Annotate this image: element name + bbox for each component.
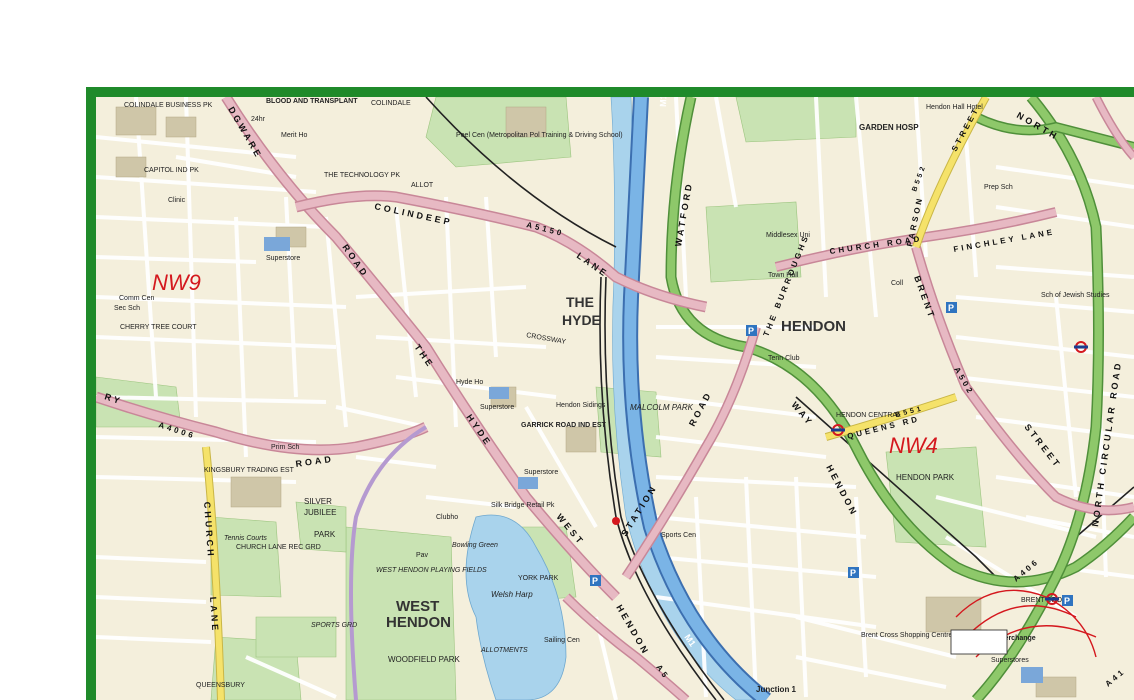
svg-text:P: P [592, 576, 598, 586]
poi-superstore-2: Superstore [480, 404, 514, 411]
svg-text:P: P [1064, 596, 1070, 606]
poi-pav: Pav [416, 552, 429, 559]
postcode-nw4: NW4 [889, 433, 938, 458]
label-park: PARK [314, 530, 336, 539]
poi-prep-sch: Prep Sch [984, 184, 1013, 191]
label-colindale: COLINDALE [371, 100, 411, 107]
map-frame: NW9 NW4 THE HYDE HENDON WEST HENDON HEND… [86, 87, 1134, 700]
label-junction-1: Junction 1 [756, 685, 797, 694]
poi-technology-pk: THE TECHNOLOGY PK [324, 172, 400, 179]
poi-sec-sch: Sec Sch [114, 305, 140, 312]
label-woodfield-park: WOODFIELD PARK [388, 655, 461, 664]
superstore-marker-2[interactable] [489, 387, 509, 399]
label-cherry-tree: CHERRY TREE COURT [120, 324, 197, 331]
label-allot: ALLOT [411, 182, 434, 189]
label-welsh-harp: Welsh Harp [491, 590, 533, 599]
label-york-park: YORK PARK [518, 575, 559, 582]
superstore-marker-3[interactable] [518, 477, 538, 489]
superstore-marker[interactable] [264, 237, 290, 251]
label-allotments: ALLOTMENTS [480, 647, 528, 654]
label-kingsbury-trading: KINGSBURY TRADING EST [204, 467, 295, 474]
parking-icon[interactable]: P [590, 575, 601, 586]
label-the: THE [566, 294, 594, 310]
label-garrick-road: GARRICK ROAD IND EST [521, 422, 607, 429]
poi-clinic: Clinic [168, 197, 186, 204]
poi-merit-ho: Merit Ho [281, 132, 308, 139]
label-church-lane-rec: CHURCH LANE REC GRD [236, 544, 321, 551]
label-sports-grd: SPORTS GRD [311, 622, 357, 629]
svg-text:P: P [748, 326, 754, 336]
label-malcolm-park: MALCOLM PARK [630, 403, 694, 412]
svg-text:P: P [850, 568, 856, 578]
label-jewish-studies: Sch of Jewish Studies [1041, 292, 1110, 299]
label-hendon-central: HENDON CENTRAL [836, 412, 901, 419]
poi-clubho: Clubho [436, 514, 458, 521]
poi-prim-sch: Prim Sch [271, 444, 300, 451]
label-garden-hosp: GARDEN HOSP [859, 123, 919, 132]
poi-town-hall: Town Hall [768, 272, 799, 279]
poi-coll: Coll [891, 280, 904, 287]
poi-tenn-club: Tenn Club [768, 355, 800, 362]
label-hendon-2: HENDON [386, 614, 451, 631]
poi-24hr: 24hr [251, 116, 266, 123]
parking-icon[interactable]: P [1062, 595, 1073, 606]
poi-superstore-1: Superstore [266, 255, 300, 262]
street-map[interactable]: NW9 NW4 THE HYDE HENDON WEST HENDON HEND… [96, 97, 1134, 700]
park-north [735, 97, 857, 143]
parking-icon[interactable]: P [848, 567, 859, 578]
label-blood-transplant: BLOOD AND TRANSPLANT [266, 98, 358, 105]
poi-hendon-hall: Hendon Hall Hotel [926, 104, 983, 111]
label-hendon-sidings: Hendon Sidings [556, 402, 606, 409]
label-playing-fields: WEST HENDON PLAYING FIELDS [376, 567, 487, 574]
parking-icon[interactable]: P [946, 302, 957, 313]
poi-superstore-3: Superstore [524, 469, 558, 476]
label-peel-cen: Peel Cen (Metropolitan Pol Training & Dr… [456, 132, 623, 139]
parking-icon[interactable]: P [746, 325, 757, 336]
label-superstores: Superstores [991, 657, 1029, 664]
label-capitol-ind: CAPITOL IND PK [144, 167, 199, 174]
label-brent-cross-shopping: Brent Cross Shopping Centre [861, 632, 953, 639]
rail-station-icon[interactable] [612, 517, 620, 525]
road-m1-north: M1 [658, 97, 668, 107]
label-hyde: HYDE [562, 312, 601, 328]
label-hendon: HENDON [781, 318, 846, 335]
poi-hyde-ho: Hyde Ho [456, 379, 483, 386]
poi-sailing-cen: Sailing Cen [544, 637, 580, 644]
interchange-label-box [950, 629, 1008, 655]
superstores-marker[interactable] [1021, 667, 1043, 683]
poi-bowling-green: Bowling Green [452, 542, 498, 549]
church-lane-rec-grd [210, 516, 282, 598]
label-jubilee: JUBILEE [304, 508, 336, 517]
postcode-nw9: NW9 [152, 270, 201, 295]
svg-text:P: P [948, 303, 954, 313]
label-west: WEST [396, 598, 439, 615]
poi-sports-cen: Sports Cen [661, 532, 696, 539]
poi-comm-cen: Comm Cen [119, 295, 155, 302]
label-silk-bridge: Silk Bridge Retail Pk [491, 502, 555, 509]
label-hendon-park: HENDON PARK [896, 473, 955, 482]
label-silver-jubilee: SILVER [304, 497, 332, 506]
label-colindale-business: COLINDALE BUSINESS PK [124, 102, 213, 109]
road-queensbury: QUEENSBURY [196, 682, 245, 689]
poi-tennis-courts: Tennis Courts [224, 535, 267, 542]
